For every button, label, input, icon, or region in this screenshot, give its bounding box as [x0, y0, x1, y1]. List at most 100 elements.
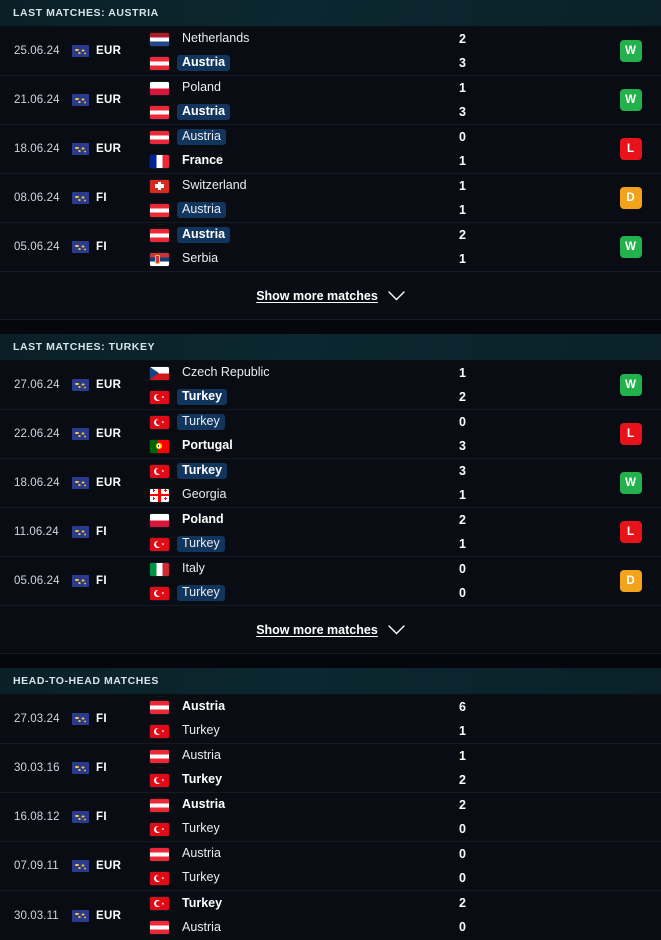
match-row[interactable]: 08.06.24 FI Switzerland Austria 1 1 D: [0, 174, 661, 223]
team-line-away[interactable]: Turkey: [150, 536, 440, 552]
away-score: 0: [459, 585, 466, 600]
team-line-home[interactable]: Switzerland: [150, 179, 440, 194]
team-line-home[interactable]: Poland: [150, 81, 440, 96]
team-name: Turkey: [177, 536, 225, 552]
team-line-away[interactable]: Georgia: [150, 488, 440, 503]
match-row[interactable]: 07.09.11 EUR Austria Turkey 0 0: [0, 842, 661, 891]
teams-cell: Austria Serbia: [150, 227, 440, 267]
flag-poland-icon: [150, 81, 169, 95]
flag-serbia-icon: [150, 252, 169, 266]
match-row[interactable]: 18.06.24 EUR Turkey Georgia 3 1 W: [0, 459, 661, 508]
scores-cell: 31: [440, 464, 600, 503]
team-line-home[interactable]: Austria: [150, 227, 440, 243]
section-header: HEAD-TO-HEAD MATCHES: [0, 668, 661, 695]
team-name: Poland: [182, 80, 221, 94]
teams-cell: Austria Turkey: [150, 749, 440, 788]
scores-cell: 00: [440, 847, 600, 886]
team-line-home[interactable]: Czech Republic: [150, 366, 440, 381]
flag-georgia-icon: [150, 488, 169, 502]
competition-cell: EUR: [72, 860, 150, 872]
team-line-home[interactable]: Austria: [150, 847, 440, 862]
team-name: Austria: [182, 846, 221, 860]
team-line-home[interactable]: Turkey: [150, 896, 440, 911]
team-line-away[interactable]: Austria: [150, 55, 440, 71]
away-score: 1: [459, 536, 466, 551]
competition-cell: EUR: [72, 94, 150, 106]
match-row[interactable]: 22.06.24 EUR Turkey Portugal 0 3 L: [0, 410, 661, 459]
flag-austria-icon: [150, 56, 169, 70]
match-row[interactable]: 16.08.12 FI Austria Turkey 2 0: [0, 793, 661, 842]
show-more-label: Show more matches: [256, 622, 378, 637]
team-line-away[interactable]: Serbia: [150, 252, 440, 267]
teams-cell: Turkey Georgia: [150, 463, 440, 503]
chevron-down-icon: [388, 624, 405, 634]
team-line-away[interactable]: Turkey: [150, 822, 440, 837]
competition-cell: EUR: [72, 45, 150, 57]
competition-cell: EUR: [72, 909, 150, 922]
match-row[interactable]: 05.06.24 FI Italy Turkey 0 0 D: [0, 557, 661, 606]
match-row[interactable]: 25.06.24 EUR Netherlands Austria 2 3 W: [0, 27, 661, 76]
away-score: 2: [459, 389, 466, 404]
team-line-away[interactable]: Austria: [150, 202, 440, 218]
flag-turkey-icon: [150, 586, 169, 600]
home-score: 0: [459, 561, 466, 576]
team-line-home[interactable]: Austria: [150, 129, 440, 145]
competition-label: EUR: [96, 428, 122, 440]
team-line-away[interactable]: Austria: [150, 104, 440, 120]
team-line-away[interactable]: Portugal: [150, 439, 440, 454]
team-line-home[interactable]: Italy: [150, 562, 440, 577]
team-line-home[interactable]: Turkey: [150, 414, 440, 430]
competition-cell: FI: [72, 526, 150, 538]
team-line-home[interactable]: Turkey: [150, 463, 440, 479]
competition-label: FI: [96, 526, 107, 538]
match-date: 30.03.11: [14, 909, 59, 922]
show-more-matches-button[interactable]: Show more matches: [0, 606, 661, 654]
match-date: 27.03.24: [14, 713, 60, 725]
match-date: 22.06.24: [14, 428, 60, 440]
team-line-away[interactable]: Turkey: [150, 389, 440, 405]
flag-switzerland-icon: [150, 179, 169, 193]
flag-austria-icon: [150, 700, 169, 714]
team-name: Austria: [177, 55, 231, 71]
team-line-away[interactable]: Turkey: [150, 724, 440, 739]
match-row[interactable]: 21.06.24 EUR Poland Austria 1 3 W: [0, 76, 661, 125]
team-line-away[interactable]: Turkey: [150, 773, 440, 788]
scores-cell: 21: [440, 513, 600, 552]
team-line-home[interactable]: Netherlands: [150, 32, 440, 47]
team-name: Turkey: [177, 389, 228, 405]
team-line-home[interactable]: Austria: [150, 700, 440, 715]
teams-cell: Turkey Portugal: [150, 414, 440, 454]
team-name: Turkey: [177, 463, 228, 479]
show-more-matches-button[interactable]: Show more matches: [0, 272, 661, 320]
match-row[interactable]: 11.06.24 FI Poland Turkey 2 1 L: [0, 508, 661, 557]
team-name: Turkey: [182, 772, 223, 786]
team-line-away[interactable]: Turkey: [150, 585, 440, 601]
match-row[interactable]: 27.03.24 FI Austria Turkey 6 1: [0, 695, 661, 744]
team-line-away[interactable]: France: [150, 154, 440, 169]
globe-badge-icon: [72, 762, 89, 774]
competition-label: EUR: [96, 860, 122, 872]
section-head-to-head-matches: HEAD-TO-HEAD MATCHES 27.03.24 FI Austria Tur…: [0, 668, 661, 940]
match-row[interactable]: 30.03.16 FI Austria Turkey 1 2: [0, 744, 661, 793]
competition-cell: FI: [72, 192, 150, 204]
team-name: Turkey: [182, 821, 220, 835]
globe-badge-icon: [72, 860, 89, 872]
team-name: Switzerland: [182, 178, 247, 192]
competition-cell: EUR: [72, 143, 150, 155]
globe-badge-icon: [72, 713, 89, 725]
team-line-home[interactable]: Austria: [150, 798, 440, 813]
team-line-away[interactable]: Austria: [150, 920, 440, 935]
section-gap: [0, 320, 661, 334]
match-row[interactable]: 30.03.11 EUR Turkey Austria 2 0: [0, 891, 661, 940]
match-row[interactable]: 05.06.24 FI Austria Serbia 2 1 W: [0, 223, 661, 272]
flag-czech-icon: [150, 366, 169, 380]
section-last-matches-austria: LAST MATCHES: AUSTRIA 25.06.24 EUR Netherla…: [0, 0, 661, 320]
team-line-away[interactable]: Turkey: [150, 871, 440, 886]
match-row[interactable]: 18.06.24 EUR Austria France 0 1 L: [0, 125, 661, 174]
result-cell: W: [600, 374, 661, 396]
scores-cell: 11: [440, 179, 600, 218]
team-line-home[interactable]: Poland: [150, 513, 440, 528]
team-line-home[interactable]: Austria: [150, 749, 440, 764]
team-name: Austria: [182, 748, 221, 762]
match-row[interactable]: 27.06.24 EUR Czech Republic Turkey 1 2 W: [0, 361, 661, 410]
